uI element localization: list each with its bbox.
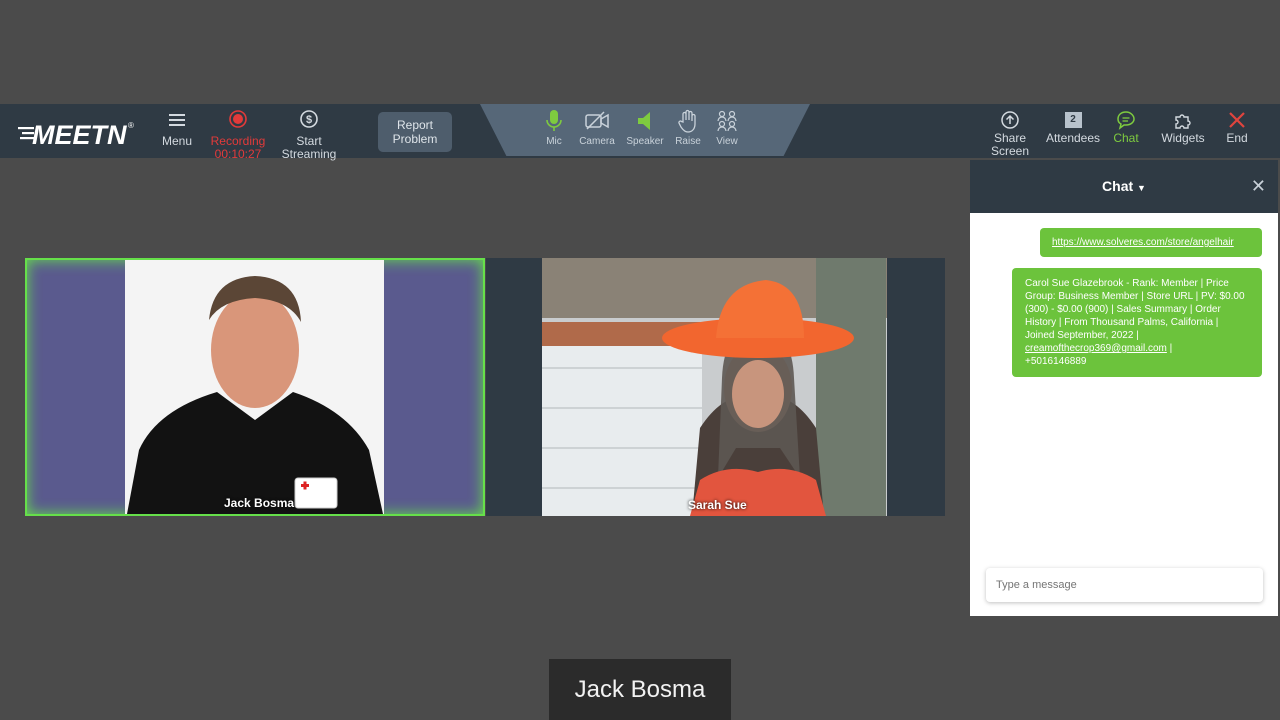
recording-timer: 00:10:27	[214, 147, 262, 161]
menu-label: Menu	[161, 134, 193, 148]
video-tile-sarah[interactable]: Sarah Sue	[486, 258, 945, 516]
logo-text: MEETN	[32, 120, 127, 148]
view-button[interactable]: View	[702, 109, 752, 147]
speaker-label: Speaker	[626, 136, 664, 147]
chat-button[interactable]: Chat	[1110, 110, 1142, 145]
attendees-label: Attendees	[1045, 131, 1101, 145]
meeting-toolbar: MEETN ® Menu Recording 00:10:27 $ Start …	[0, 104, 1280, 161]
share-screen-icon	[990, 110, 1030, 130]
streaming-label-1: Start	[296, 134, 322, 148]
report-label-1: Report	[396, 118, 434, 132]
close-x-icon	[1222, 110, 1252, 130]
participant-name: Jack Bosma	[224, 496, 295, 510]
end-label: End	[1226, 131, 1248, 145]
hamburger-icon	[160, 110, 194, 133]
share-screen-button[interactable]: Share Screen	[990, 110, 1030, 158]
chat-label: Chat	[1113, 131, 1139, 145]
attendee-count: 2	[1064, 112, 1082, 128]
view-label: View	[716, 136, 738, 147]
participant-video-feed	[125, 260, 384, 514]
recording-label: Recording	[210, 134, 266, 148]
report-label-2: Problem	[392, 132, 438, 146]
widgets-button[interactable]: Widgets	[1158, 110, 1208, 145]
chat-message: https://www.solveres.com/store/angelhair	[1040, 228, 1262, 257]
video-tile-jack[interactable]: Jack Bosma	[25, 258, 485, 516]
camera-button[interactable]: Camera	[572, 109, 622, 147]
message-input[interactable]	[986, 568, 1263, 602]
camera-off-icon	[572, 109, 622, 133]
close-icon[interactable]: ✕	[1251, 160, 1266, 213]
report-problem-button[interactable]: Report Problem	[378, 112, 452, 152]
attendee-count-badge: 2	[1044, 110, 1102, 130]
chat-title-dropdown[interactable]: Chat ▼	[1102, 178, 1146, 194]
end-call-button[interactable]: End	[1222, 110, 1252, 145]
camera-label: Camera	[579, 136, 615, 147]
logo-registered-mark: ®	[128, 121, 134, 130]
message-phone: +5016146889	[1025, 356, 1087, 367]
message-text: Carol Sue Glazebrook - Rank: Member | Pr…	[1025, 278, 1245, 341]
share-label-2: Screen	[990, 144, 1030, 158]
chat-bubble-icon	[1110, 110, 1142, 130]
chat-panel: Chat ▼ ✕ https://www.solveres.com/store/…	[970, 160, 1278, 616]
meetn-logo: MEETN ®	[18, 118, 140, 150]
attendees-button[interactable]: 2 Attendees	[1044, 110, 1102, 145]
gallery-view-icon	[702, 109, 752, 133]
message-email-link[interactable]: creamofthecrop369@gmail.com	[1025, 343, 1167, 354]
streaming-label-2: Streaming	[281, 147, 337, 161]
chat-title: Chat	[1102, 178, 1134, 194]
recording-button[interactable]: Recording 00:10:27	[208, 110, 268, 161]
message-separator: |	[1166, 343, 1173, 354]
widgets-label: Widgets	[1161, 131, 1205, 145]
record-icon	[208, 110, 268, 133]
raise-label: Raise	[675, 136, 701, 147]
message-input-box	[986, 568, 1263, 602]
active-speaker-caption: Jack Bosma	[549, 659, 731, 720]
participant-video-feed	[542, 258, 887, 516]
chevron-down-icon: ▼	[1137, 183, 1146, 193]
participant-name: Sarah Sue	[688, 498, 747, 512]
chat-header: Chat ▼ ✕	[970, 160, 1278, 213]
streaming-icon: $	[280, 110, 338, 133]
menu-button[interactable]: Menu	[160, 110, 194, 148]
start-streaming-button[interactable]: $ Start Streaming	[280, 110, 338, 161]
svg-text:$: $	[306, 114, 312, 126]
puzzle-icon	[1158, 110, 1208, 130]
mic-label: Mic	[546, 136, 562, 147]
chat-message: Carol Sue Glazebrook - Rank: Member | Pr…	[1012, 268, 1262, 377]
share-label-1: Share	[993, 131, 1027, 145]
message-link[interactable]: https://www.solveres.com/store/angelhair	[1052, 237, 1234, 248]
